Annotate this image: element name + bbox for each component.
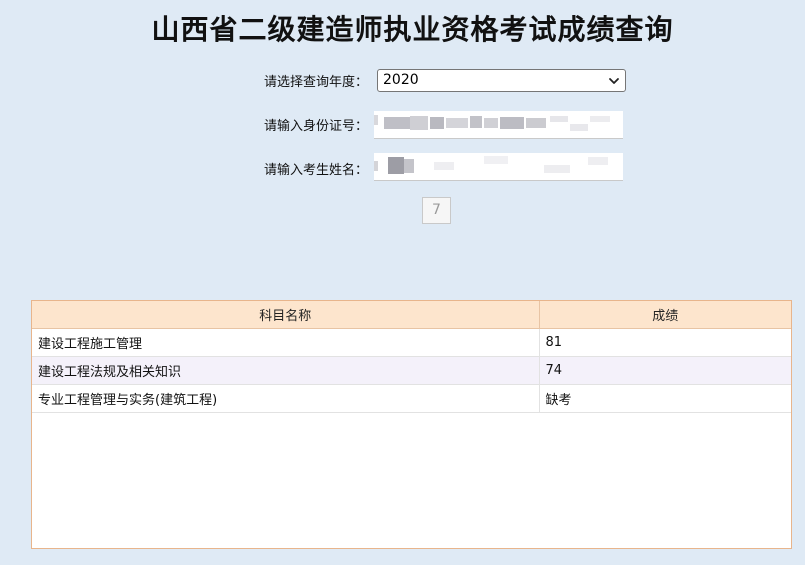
score-cell: 缺考 (539, 384, 791, 413)
year-select-value: 2020 (383, 72, 419, 88)
submit-button[interactable]: 7 (422, 197, 451, 224)
name-input[interactable] (374, 153, 623, 181)
name-row: 请输入考生姓名： (0, 153, 805, 181)
table-row: 专业工程管理与实务(建筑工程) 缺考 (32, 384, 791, 413)
redacted-id-text (374, 115, 378, 125)
page-title: 山西省二级建造师执业资格考试成绩查询 (151, 13, 674, 46)
chevron-down-icon (609, 78, 619, 84)
score-cell: 74 (539, 356, 791, 385)
id-row: 请输入身份证号： (0, 111, 805, 139)
name-label: 请输入考生姓名： (263, 163, 368, 178)
redacted-name-text (374, 161, 378, 171)
subject-cell: 建设工程施工管理 (32, 328, 540, 357)
table-row: 建设工程施工管理 81 (32, 328, 791, 357)
subject-cell: 建设工程法规及相关知识 (32, 356, 540, 385)
id-number-input[interactable] (374, 111, 623, 139)
results-table: 科目名称 成绩 建设工程施工管理 81 建设工程法规及相关知识 74 专业工程管… (31, 300, 792, 549)
year-select[interactable]: 2020 (377, 69, 626, 92)
id-label: 请输入身份证号： (263, 119, 368, 134)
subject-cell: 专业工程管理与实务(建筑工程) (32, 384, 540, 413)
table-header-row: 科目名称 成绩 (32, 301, 791, 329)
year-row: 请选择查询年度： 2020 (0, 69, 805, 95)
score-cell: 81 (539, 328, 791, 357)
year-label: 请选择查询年度： (263, 75, 368, 90)
table-row: 建设工程法规及相关知识 74 (32, 356, 791, 385)
column-header-subject: 科目名称 (32, 301, 540, 329)
column-header-score: 成绩 (539, 301, 791, 329)
